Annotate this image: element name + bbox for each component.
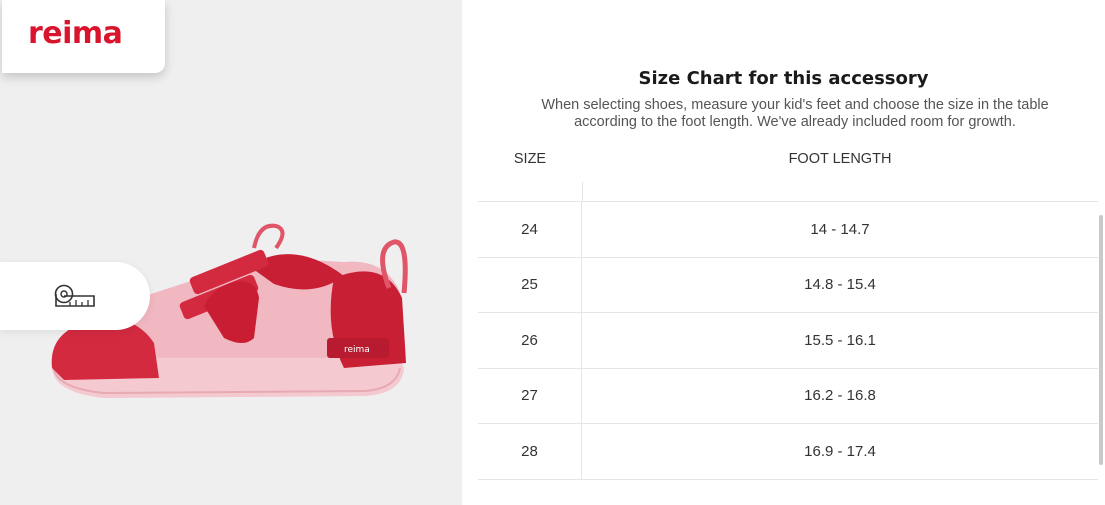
table-row: 27 16.2 - 16.8 xyxy=(478,368,1098,424)
product-image-panel: reima reima xyxy=(0,0,462,505)
foot-length-cell: 14.8 - 15.4 xyxy=(804,276,876,294)
tape-measure-icon xyxy=(54,284,95,307)
foot-length-cell: 16.9 - 17.4 xyxy=(804,442,876,460)
table-row: 28 16.9 - 17.4 xyxy=(478,424,1098,480)
foot-length-cell: 14 - 14.7 xyxy=(810,220,870,238)
scrollbar[interactable] xyxy=(1099,215,1103,465)
table-row: 26 15.5 - 16.1 xyxy=(478,313,1098,369)
svg-text:reima: reima xyxy=(344,345,370,355)
size-cell: 27 xyxy=(478,368,582,423)
logo-card[interactable]: reima xyxy=(2,0,165,73)
size-chart-title: Size Chart for this accessory xyxy=(638,68,929,89)
size-chart-description: When selecting shoes, measure your kid's… xyxy=(541,97,1049,130)
brand-logo: reima xyxy=(28,16,123,51)
table-header: SIZE FOOT LENGTH xyxy=(478,140,1098,202)
foot-length-cell: 16.2 - 16.8 xyxy=(804,387,876,405)
size-guide-button[interactable] xyxy=(0,262,150,330)
size-cell: 28 xyxy=(478,424,582,479)
size-cell: 25 xyxy=(478,257,582,312)
column-divider xyxy=(582,182,583,202)
column-header-size: SIZE xyxy=(513,151,547,167)
table-row: 25 14.8 - 15.4 xyxy=(478,257,1098,313)
size-chart-table: SIZE FOOT LENGTH 24 14 - 14.7 25 14.8 - … xyxy=(478,140,1098,480)
foot-length-cell: 15.5 - 16.1 xyxy=(804,331,876,349)
size-cell: 26 xyxy=(478,313,582,368)
column-header-foot-length: FOOT LENGTH xyxy=(788,151,892,167)
size-cell: 24 xyxy=(478,202,582,257)
table-row: 24 14 - 14.7 xyxy=(478,202,1098,258)
